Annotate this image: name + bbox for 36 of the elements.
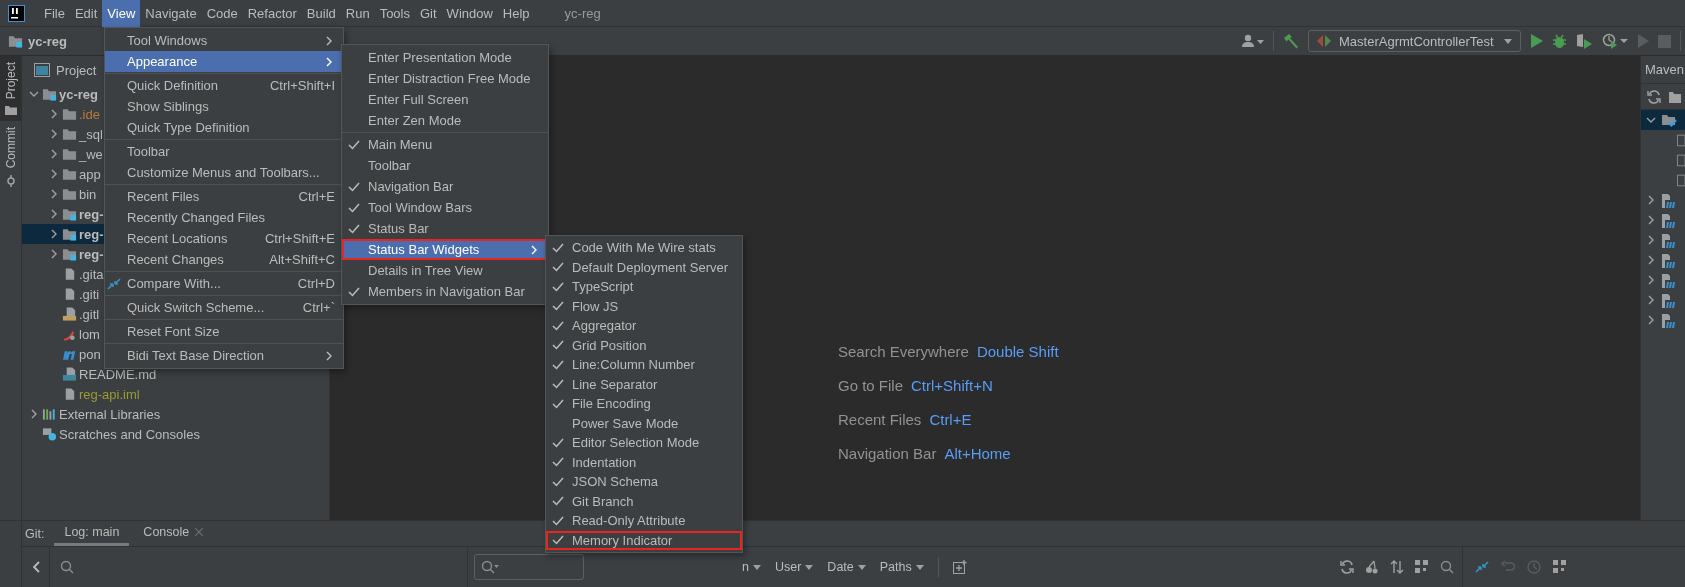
shortcut-text: Ctrl+E [929,411,972,428]
hint-label: Search Everywhere [838,343,969,360]
shortcut-text: Alt+Shift+C [269,252,335,267]
shortcut-text: Alt+Home [944,445,1011,462]
tree-item-label: .giti [79,286,100,302]
shortcut-text: Double Shift [976,343,1059,360]
tree-item-label: _sql [79,126,103,142]
tree-item-label: reg-api.iml [79,386,140,402]
panel-label: Git: [25,525,46,543]
tree-item-label: README.md [79,366,157,382]
tree-item-label: app [79,166,101,182]
hint-label: Navigation Bar [838,445,937,462]
tree-item-label: bin [79,186,97,202]
tree-item-label: lom [79,326,100,342]
hint-label: Recent Files [838,411,922,428]
tree-item-label: _we [79,146,103,162]
panel-title: Maven [1645,62,1685,77]
tree-item-label: pon [79,346,101,362]
shortcut-text: Ctrl+D [297,276,335,291]
tree-item-label: reg- [79,226,104,242]
shortcut-text: Ctrl+E [298,189,335,204]
tree-item-label: External Libraries [59,406,161,422]
shortcut-text: Ctrl+Shift+E [264,231,335,246]
panel-title: Project [56,62,97,78]
window-title: yc-reg [564,5,601,21]
hint-label: Go to File [838,377,904,394]
shortcut-text: Ctrl+` [302,300,335,315]
tree-item-label: .ide [79,106,100,122]
tree-item-label: .gita [79,266,104,282]
shortcut-text: Ctrl+Shift+I [269,78,335,93]
tree-item-label: reg- [79,206,104,222]
shortcut-text: Ctrl+Shift+N [911,377,993,394]
tree-item-label: .gitl [79,306,100,322]
tree-item-label: yc-reg [59,86,99,102]
tree-item-label: Scratches and Consoles [59,426,200,442]
tree-item-label: reg- [79,246,104,262]
